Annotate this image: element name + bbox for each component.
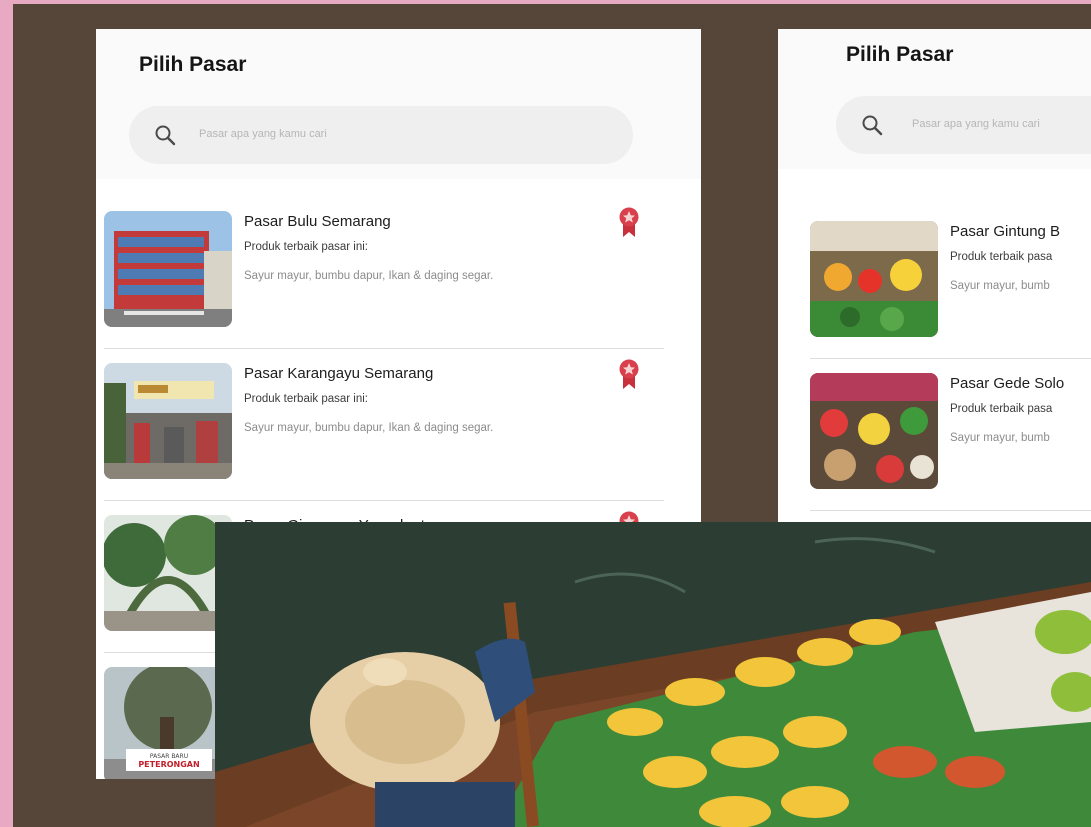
market-subtitle: Produk terbaik pasa [950,251,1053,263]
floating-market-photo [215,522,1091,827]
list-item[interactable]: Pasar Bulu Semarang Produk terbaik pasar… [104,199,664,349]
search-input[interactable]: Pasar apa yang kamu cari [129,106,633,164]
board-background: Pilih Pasar Pasar apa yang kamu cari Pas… [13,4,1091,827]
market-name: Pasar Karangayu Semarang [244,365,434,382]
list-item[interactable]: Pasar Karangayu Semarang Produk terbaik … [104,351,664,501]
ribbon-badge-icon[interactable] [619,359,639,389]
market-thumbnail [810,373,938,489]
market-list-screen-right: Pilih Pasar Pasar apa yang kamu cari Pas… [778,29,1091,524]
sign-line-2: PETERONGAN [138,760,199,769]
market-products: Sayur mayur, bumbu dapur, Ikan & daging … [244,422,494,434]
list-item[interactable]: Pasar Gede Solo Produk terbaik pasa Sayu… [810,361,1091,511]
market-subtitle: Produk terbaik pasa [950,403,1053,415]
market-name: Pasar Gintung B [950,223,1061,240]
market-thumbnail [104,515,232,631]
market-subtitle: Produk terbaik pasar ini: [244,241,369,253]
market-thumbnail [810,221,938,337]
page-title: Pilih Pasar [139,53,247,76]
market-thumbnail [104,363,232,479]
search-placeholder: Pasar apa yang kamu cari [912,118,1040,130]
market-products: Sayur mayur, bumb [950,280,1050,292]
search-icon [155,125,176,146]
market-products: Sayur mayur, bumb [950,432,1050,444]
screen-header: Pilih Pasar Pasar apa yang kamu cari [778,29,1091,169]
market-subtitle: Produk terbaik pasar ini: [244,393,369,405]
market-thumbnail: PASAR BARU PETERONGAN [104,667,232,779]
list-item[interactable]: Pasar Gintung B Produk terbaik pasa Sayu… [810,209,1091,359]
market-name: Pasar Gede Solo [950,375,1065,392]
ribbon-badge-icon[interactable] [619,207,639,237]
screen-header: Pilih Pasar Pasar apa yang kamu cari [96,29,701,179]
search-input[interactable]: Pasar apa yang kamu cari [836,96,1091,154]
search-placeholder: Pasar apa yang kamu cari [199,128,327,140]
page-title: Pilih Pasar [846,43,954,66]
market-name: Pasar Bulu Semarang [244,213,391,230]
sign-line-1: PASAR BARU [150,753,188,760]
search-icon [862,115,883,136]
market-products: Sayur mayur, bumbu dapur, Ikan & daging … [244,270,494,282]
market-thumbnail [104,211,232,327]
